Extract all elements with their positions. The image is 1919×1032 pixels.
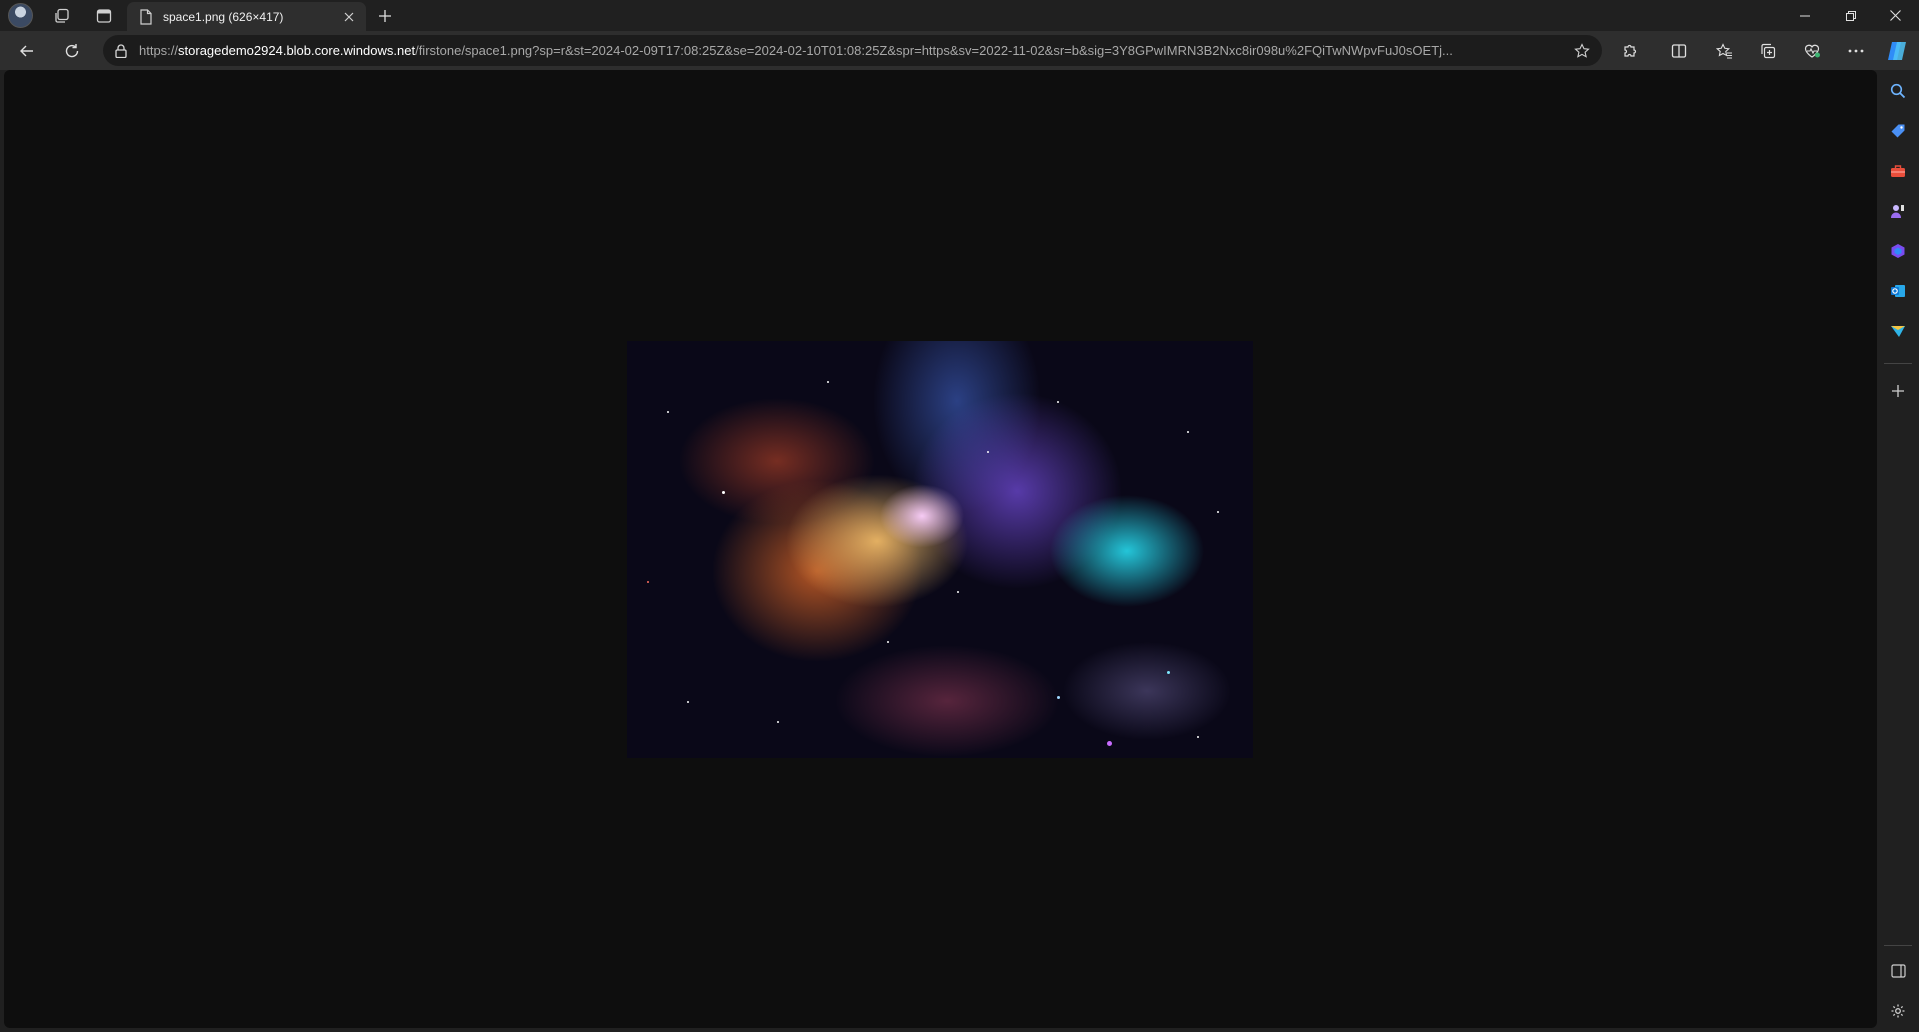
performance-button[interactable] (1796, 36, 1828, 66)
sidebar-settings-button[interactable] (1882, 995, 1914, 1027)
tab-close-button[interactable] (340, 8, 358, 26)
title-bar: space1.png (626×417) (0, 0, 1919, 31)
sidebar-add-button[interactable] (1882, 375, 1914, 407)
toolbox-icon (1891, 165, 1905, 177)
vertical-tabs-icon (96, 9, 112, 23)
star-dot (1217, 511, 1219, 513)
new-tab-button[interactable] (370, 3, 400, 29)
star-dot (777, 721, 779, 723)
heart-pulse-icon (1804, 44, 1820, 58)
toolbar: https://storagedemo2924.blob.core.window… (0, 31, 1919, 70)
sidebar-hide-button[interactable] (1882, 955, 1914, 987)
vertical-tabs-button[interactable] (89, 3, 119, 29)
m365-icon (1891, 244, 1905, 258)
star-dot (722, 491, 725, 494)
sidebar-games-button[interactable] (1882, 195, 1914, 227)
outlook-icon (1891, 285, 1905, 297)
sidebar-search-button[interactable] (1882, 75, 1914, 107)
window-close-button[interactable] (1873, 0, 1918, 31)
puzzle-icon (1624, 44, 1637, 57)
close-icon (1890, 10, 1901, 21)
sidebar-tools-button[interactable] (1882, 155, 1914, 187)
tab-active[interactable]: space1.png (626×417) (127, 2, 366, 31)
split-screen-button[interactable] (1663, 36, 1695, 66)
file-icon (140, 8, 152, 25)
split-screen-icon (1671, 44, 1687, 58)
star-dot (1167, 671, 1170, 674)
space-image[interactable] (627, 341, 1253, 758)
sidebar-divider (1884, 945, 1912, 946)
sidebar-shopping-button[interactable] (1882, 115, 1914, 147)
tab-title: space1.png (626×417) (163, 9, 284, 24)
games-icon (1891, 205, 1904, 218)
workspaces-icon (55, 8, 69, 23)
url-path: /firstone/space1.png?sp=r&st=2024-02-09T… (415, 43, 1453, 58)
shopping-tag-icon (1891, 124, 1905, 138)
star-dot (1107, 741, 1112, 746)
plus-icon (1892, 385, 1904, 397)
extensions-button[interactable] (1614, 36, 1646, 66)
star-dot (827, 381, 829, 383)
collections-button[interactable] (1752, 36, 1784, 66)
sidebar-divider (1884, 363, 1912, 364)
collections-icon (1761, 43, 1776, 59)
sidebar-outlook-button[interactable] (1882, 275, 1914, 307)
more-button[interactable] (1840, 36, 1872, 66)
edge-sidebar (1877, 70, 1919, 1032)
star-dot (687, 701, 689, 703)
restore-button[interactable] (1828, 0, 1873, 31)
sidebar-panel-icon (1890, 964, 1906, 978)
star-dot (887, 641, 889, 643)
minimize-icon (1799, 15, 1810, 16)
copilot-button[interactable] (1881, 36, 1913, 66)
page-viewport (4, 70, 1877, 1028)
profile-avatar[interactable] (8, 3, 33, 28)
back-arrow-icon (20, 45, 33, 57)
favorites-button[interactable] (1708, 36, 1740, 66)
star-dot (1187, 431, 1189, 433)
star-dot (1057, 696, 1060, 699)
url-text[interactable]: https://storagedemo2924.blob.core.window… (139, 43, 1559, 58)
refresh-button[interactable] (57, 36, 87, 66)
copilot-icon (1888, 42, 1906, 60)
sidebar-drop-button[interactable] (1882, 315, 1914, 347)
plus-icon (379, 10, 391, 22)
address-bar[interactable]: https://storagedemo2924.blob.core.window… (103, 35, 1602, 66)
favorites-icon (1715, 43, 1732, 59)
star-dot (957, 591, 959, 593)
send-icon (1891, 326, 1905, 337)
url-host: storagedemo2924.blob.core.windows.net (178, 43, 416, 58)
close-icon (344, 12, 354, 21)
star-dot (987, 451, 989, 453)
search-icon (1890, 83, 1906, 99)
star-dot (1197, 736, 1199, 738)
lock-icon[interactable] (115, 43, 127, 58)
gear-icon (1891, 1004, 1905, 1018)
star-dot (667, 411, 669, 413)
back-button[interactable] (12, 36, 42, 66)
sidebar-copilot-app-button[interactable] (1882, 235, 1914, 267)
more-icon (1848, 49, 1864, 53)
minimize-button[interactable] (1782, 0, 1827, 31)
refresh-icon (65, 44, 79, 58)
star-dot (647, 581, 649, 583)
workspaces-button[interactable] (47, 3, 77, 29)
url-scheme: https:// (139, 43, 179, 58)
star-dot (1057, 401, 1059, 403)
restore-icon (1845, 10, 1856, 21)
star-icon[interactable] (1574, 42, 1590, 59)
